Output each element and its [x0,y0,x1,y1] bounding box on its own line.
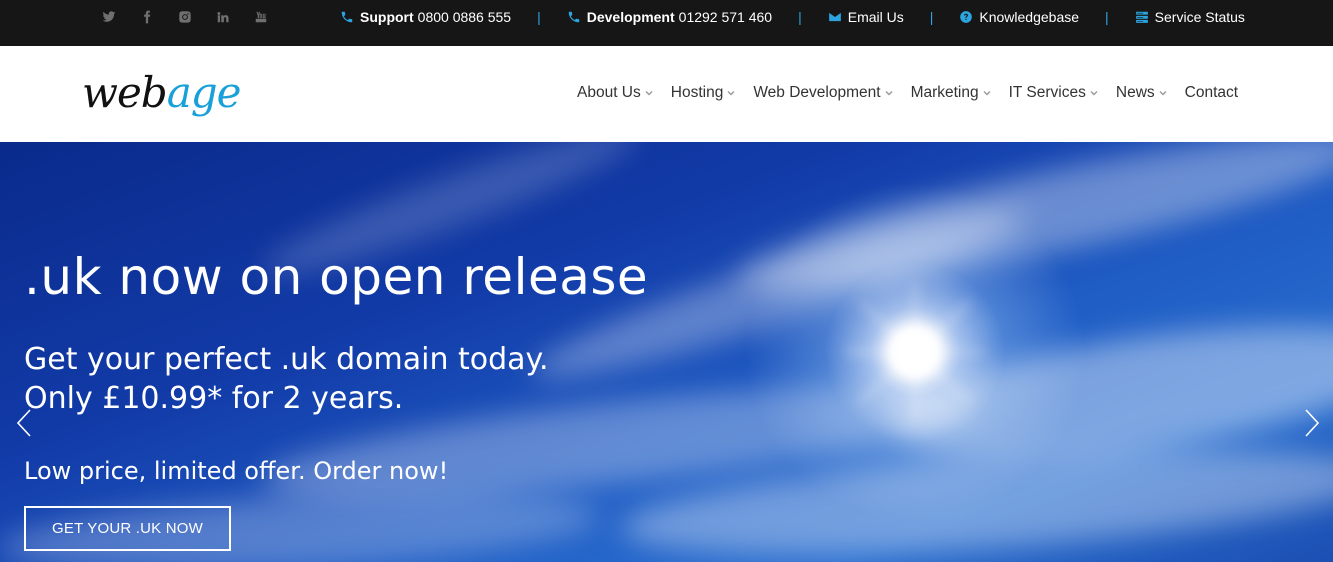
twitter-icon[interactable] [90,8,128,26]
top-bar: Support 0800 0886 555 | Development 0129… [0,0,1333,46]
main-nav: About Us Hosting Web Development Marketi… [577,84,1238,102]
chevron-down-icon [727,89,735,97]
slider-prev-arrow-icon[interactable] [14,408,34,438]
knowledgebase-label: Knowledgebase [979,9,1080,25]
nav-news[interactable]: News [1116,84,1167,102]
hero-subtitle-line1: Get your perfect .uk domain today. [24,342,549,377]
development-phone: 01292 571 460 [678,9,773,25]
nav-marketing[interactable]: Marketing [911,84,991,102]
social-links [90,8,280,26]
logo-text-web: web [82,68,168,117]
site-header: webage About Us Hosting Web Development … [0,46,1333,142]
nav-label: Contact [1184,84,1239,101]
knowledgebase-link[interactable]: Knowledgebase [959,9,1079,25]
envelope-icon [828,10,842,24]
linkedin-icon[interactable] [204,8,242,26]
separator: | [798,9,802,25]
nav-about-us[interactable]: About Us [577,84,653,102]
chevron-down-icon [885,89,893,97]
separator: | [929,9,934,25]
service-status-label: Service Status [1154,9,1245,25]
get-your-uk-now-button[interactable]: GET YOUR .UK NOW [24,506,231,551]
hero-subtitle-line3: Low price, limited offer. Order now! [24,457,449,485]
nav-contact[interactable]: Contact [1185,84,1238,102]
email-us-link[interactable]: Email Us [828,9,904,25]
phone-icon [340,10,354,24]
nav-it-services[interactable]: IT Services [1009,84,1098,102]
email-us-label: Email Us [847,9,904,25]
logo-text-age: age [166,68,242,117]
hero-title: .uk now on open release [24,248,649,306]
slider-next-arrow-icon[interactable] [1302,408,1322,438]
development-phone-link[interactable]: Development 01292 571 460 [567,9,772,25]
instagram-icon[interactable] [166,8,204,26]
nav-label: Web Development [753,84,881,101]
question-circle-icon [959,10,973,24]
nav-label: Hosting [670,84,724,101]
service-status-link[interactable]: Service Status [1135,9,1245,25]
youtube-icon[interactable] [242,8,280,26]
separator: | [1105,9,1109,25]
chevron-down-icon [1159,89,1167,97]
support-label: Support [360,9,414,25]
hero-subtitle-line2: Only £10.99* for 2 years. [24,381,404,416]
server-icon [1135,10,1149,24]
hero-slider: .uk now on open release Get your perfect… [0,142,1333,562]
chevron-down-icon [983,89,991,97]
nav-hosting[interactable]: Hosting [671,84,736,102]
support-phone-link[interactable]: Support 0800 0886 555 [340,9,511,25]
contact-bar: Support 0800 0886 555 | Development 0129… [340,0,1245,34]
webage-logo[interactable]: webage [82,68,242,117]
nav-label: About Us [577,84,641,101]
nav-web-development[interactable]: Web Development [753,84,893,102]
facebook-icon[interactable] [128,8,166,26]
chevron-down-icon [1090,89,1098,97]
phone-icon [567,10,581,24]
support-phone: 0800 0886 555 [417,9,512,25]
nav-label: News [1115,84,1155,101]
development-label: Development [586,9,675,25]
nav-label: IT Services [1008,84,1086,101]
separator: | [537,9,541,25]
chevron-down-icon [645,89,653,97]
nav-label: Marketing [910,84,979,101]
